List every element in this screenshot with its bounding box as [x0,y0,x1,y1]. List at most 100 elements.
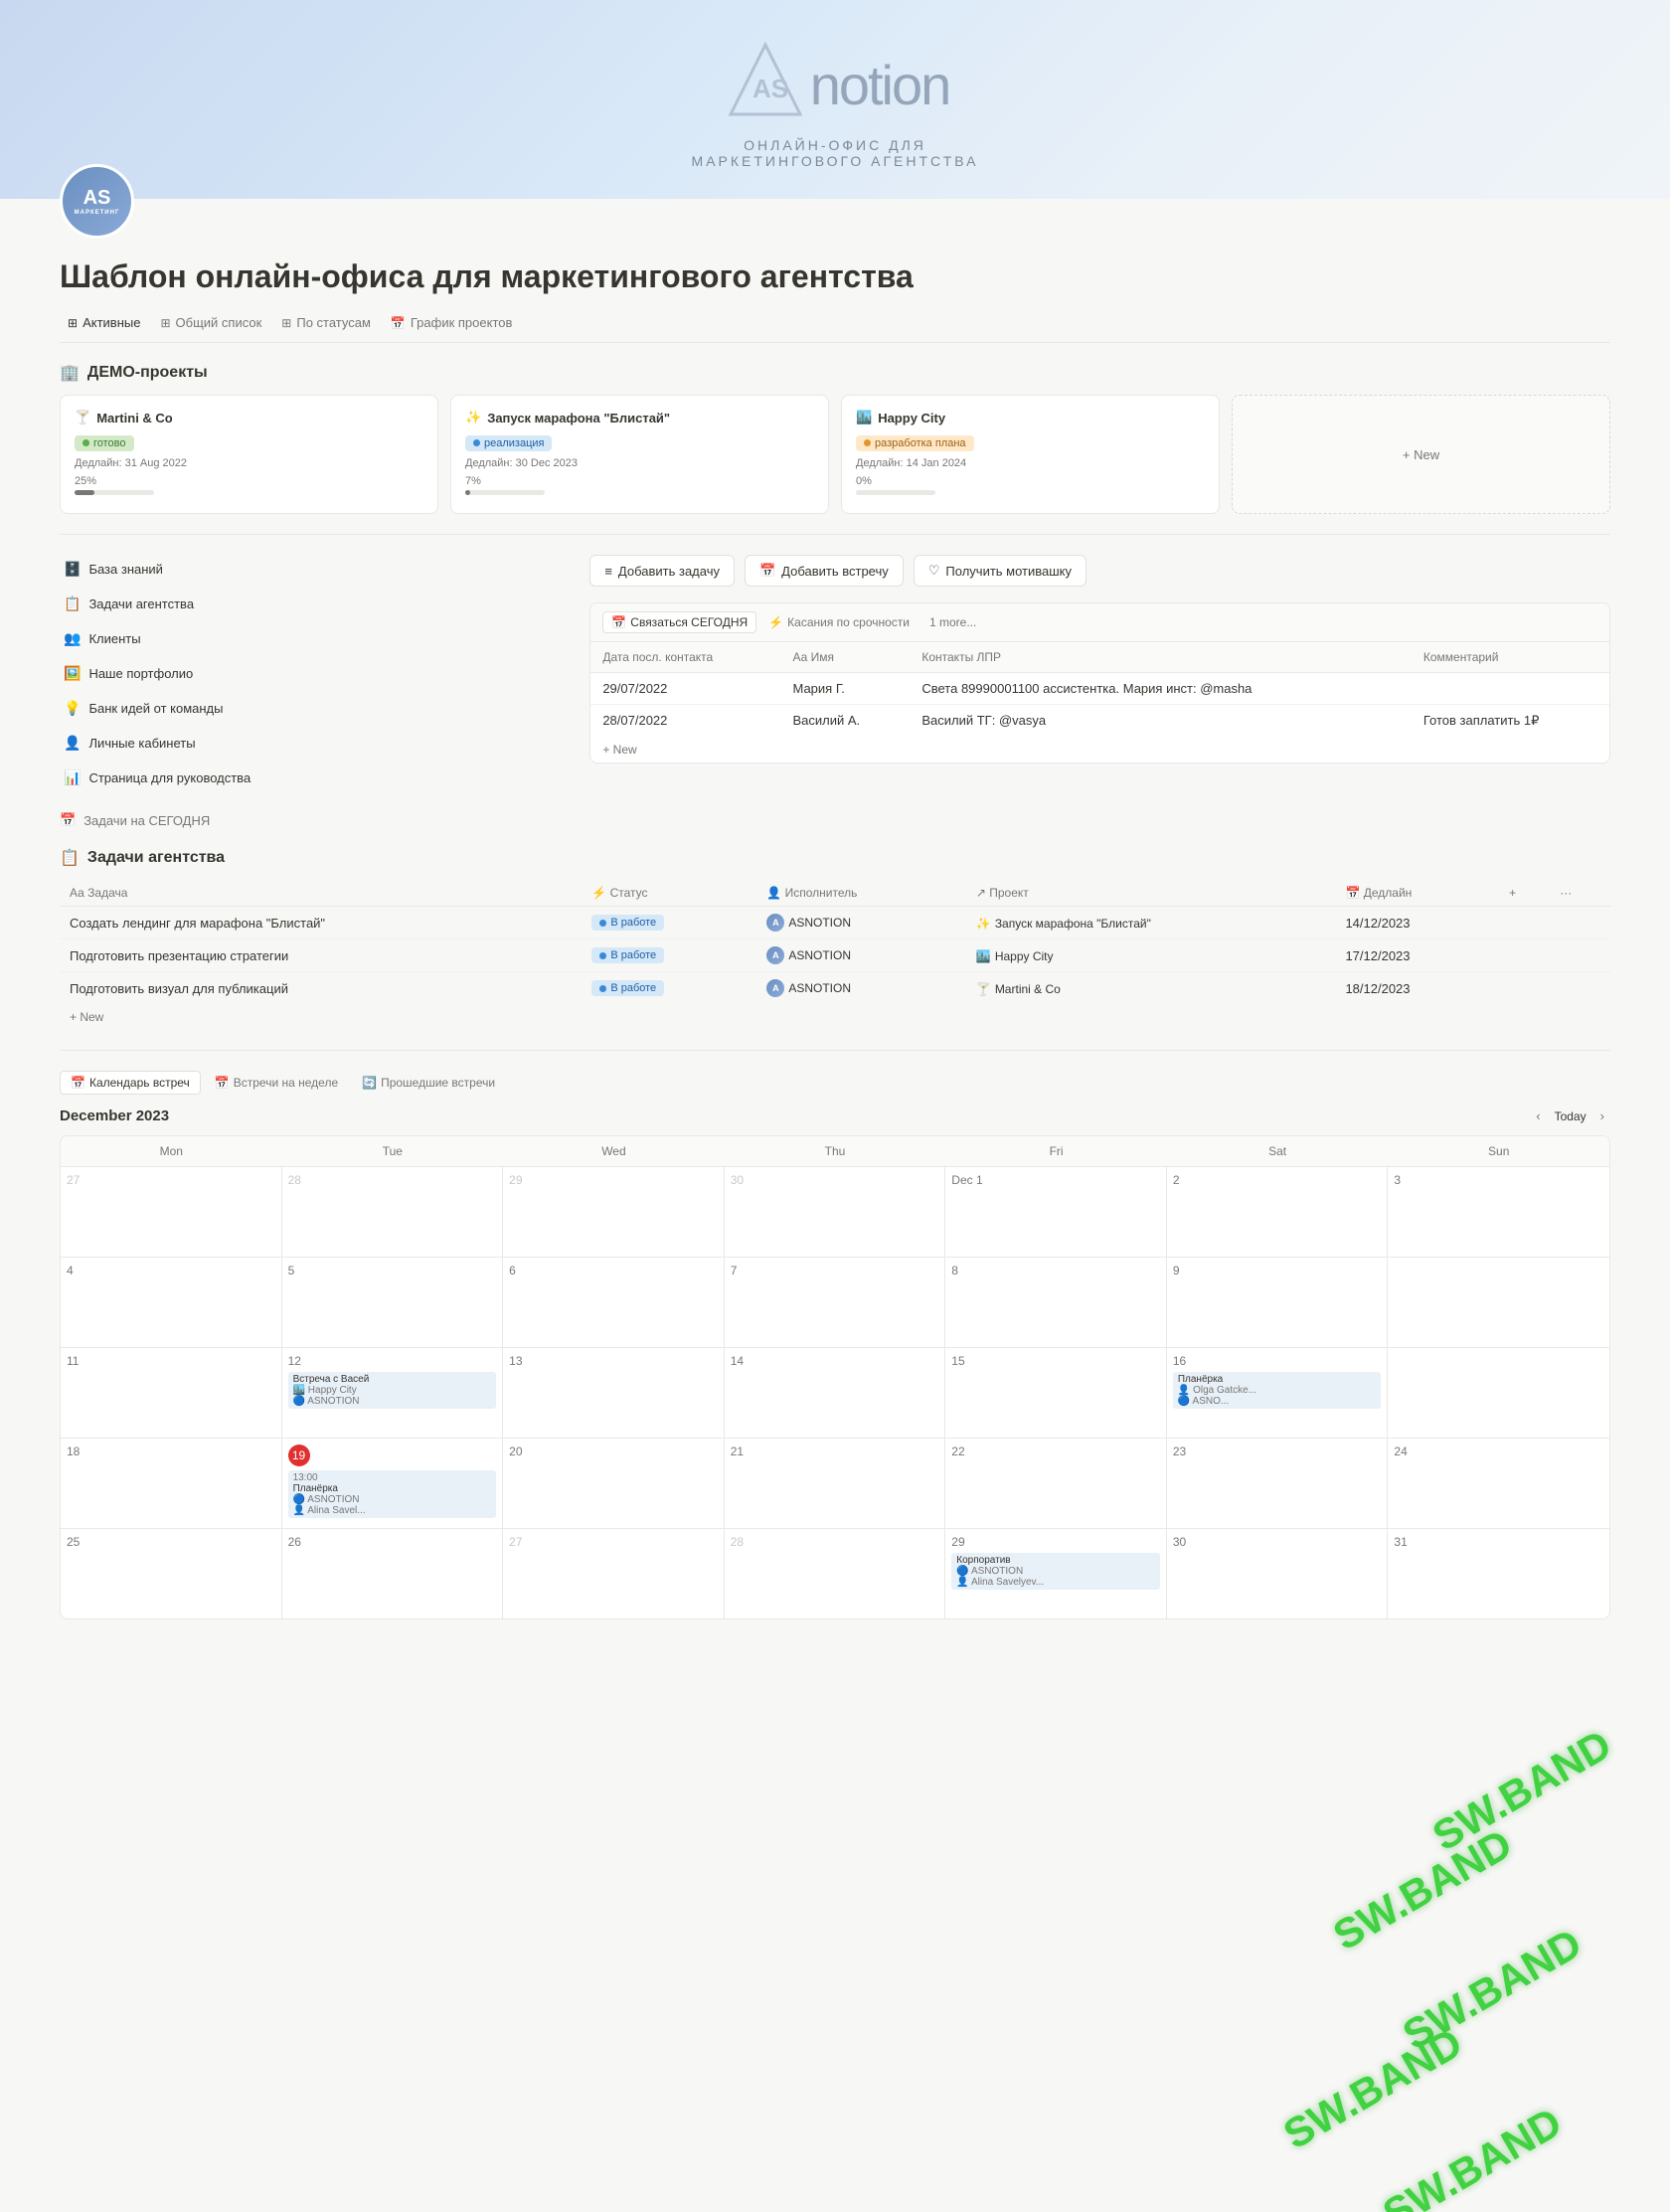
cal-cell-13: 13 [503,1348,725,1438]
project-happycity-deadline: Дедлайн: 14 Jan 2024 [856,457,1205,469]
status-dot-blistay [473,439,480,446]
contact-info-2: Василий ТГ: @vasya [910,705,1412,738]
tab-status-icon: ⊞ [281,316,291,330]
demo-section-title: ДЕМО-проекты [87,364,208,382]
event-plannerka-19[interactable]: 13:00 Планёрка 🔵 ASNOTION 👤 Alina Savel.… [288,1470,497,1518]
task-status-dot-2 [599,952,606,959]
task-assignee-2: A ASNOTION [756,939,966,972]
cal-cell-18: 18 [61,1439,282,1528]
link-knowledge-base[interactable]: 🗄️ База знаний [60,555,570,584]
task-row-1[interactable]: Создать лендинг для марафона "Блистай" В… [60,907,1610,939]
cal-week-2: 4 5 6 7 8 9 [61,1258,1609,1348]
task-row-2[interactable]: Подготовить презентацию стратегии В рабо… [60,939,1610,972]
task-status-1: В работе [582,907,756,939]
cal-prev-button[interactable]: ‹ [1530,1106,1546,1125]
contacts-tab-more-label: 1 more... [929,615,976,629]
cal-tab-calendar[interactable]: 📅 Календарь встреч [60,1071,201,1095]
logo-as-text: AS [84,187,111,210]
cal-tab-week[interactable]: 📅 Встречи на неделе [205,1071,348,1095]
tasks-header-row: Аа Задача ⚡ Статус 👤 Исполнитель ↗ Проек… [60,880,1610,907]
clients-label: Клиенты [88,631,140,646]
task-project-1: ✨ Запуск марафона "Блистай" [966,907,1336,939]
task-project-3: 🍸 Martini & Co [966,972,1336,1005]
event-plannerka-16[interactable]: Планёрка 👤 Olga Gatcke... 🔵 ASNO... [1173,1372,1382,1409]
cal-cell-12: 12 Встреча с Васей 🏙️ Happy City 🔵 ASNOT… [282,1348,504,1438]
demo-section-icon: 🏢 [60,363,80,383]
event-plannerka-19-sub1: 🔵 ASNOTION [293,1494,492,1505]
cal-cell-20: 20 [503,1439,725,1528]
cal-cell-3-dec: 3 [1388,1167,1609,1257]
knowledge-base-label: База знаний [88,562,163,577]
cal-cell-21: 21 [725,1439,946,1528]
contact-comment-1 [1412,673,1609,705]
contact-row-2[interactable]: 28/07/2022 Василий А. Василий ТГ: @vasya… [590,705,1609,738]
cal-cell-29: 29 Корпоратив 🔵 ASNOTION 👤 Alina Savelye… [945,1529,1167,1618]
cal-today-button[interactable]: Today [1555,1109,1586,1123]
cal-cell-8: 8 [945,1258,1167,1347]
progress-bar-bg-happycity [856,490,935,495]
event-corporate[interactable]: Корпоратив 🔵 ASNOTION 👤 Alina Savelyev..… [951,1553,1160,1590]
contacts-table-header-row: Дата посл. контакта Аа Имя Контакты ЛПР … [590,642,1609,673]
event-plannerka-19-sub2: 👤 Alina Savel... [293,1505,492,1516]
link-clients[interactable]: 👥 Клиенты [60,624,570,653]
portfolio-label: Наше портфолио [88,666,193,681]
contacts-table: Дата посл. контакта Аа Имя Контакты ЛПР … [590,642,1609,737]
project-card-happycity[interactable]: 🏙️ Happy City разработка плана Дедлайн: … [841,395,1220,514]
tasks-table: Аа Задача ⚡ Статус 👤 Исполнитель ↗ Проек… [60,880,1610,1004]
event-plannerka-16-title: Планёрка [1178,1374,1377,1385]
task-status-2: В работе [582,939,756,972]
add-new-project-card[interactable]: + New [1232,395,1610,514]
task-row-3[interactable]: Подготовить визуал для публикаций В рабо… [60,972,1610,1005]
status-dot-happycity [864,439,871,446]
motivation-button[interactable]: ♡ Получить мотивашку [914,555,1086,587]
add-task-button[interactable]: ≡ Добавить задачу [589,555,735,587]
tasks-today-header[interactable]: 📅 Задачи на СЕГОДНЯ [60,812,1610,828]
th-status: ⚡ Статус [582,880,756,907]
link-personal[interactable]: 👤 Личные кабинеты [60,729,570,758]
cal-tab-past[interactable]: 🔄 Прошедшие встречи [352,1071,505,1095]
contact-date-1: 29/07/2022 [590,673,780,705]
contact-name-2: Василий А. [780,705,910,738]
tasks-add-new[interactable]: + New [60,1004,1610,1030]
project-card-blistay[interactable]: ✨ Запуск марафона "Блистай" реализация Д… [450,395,829,514]
project-card-martini[interactable]: 🍸 Martini & Co готово Дедлайн: 31 Aug 20… [60,395,438,514]
tasks-today-icon: 📅 [60,812,76,828]
cal-cell-25: 25 [61,1529,282,1618]
contacts-tab-more[interactable]: 1 more... [921,612,984,632]
page-title: Шаблон онлайн-офиса для маркетингового а… [60,258,1610,295]
tasks-section: 📋 Задачи агентства Аа Задача ⚡ Статус 👤 … [60,848,1610,1030]
cal-cell-11: 11 [61,1348,282,1438]
contacts-add-new[interactable]: + New [590,737,1609,763]
th-project: ↗ Проект [966,880,1336,907]
link-management[interactable]: 📊 Страница для руководства [60,764,570,792]
cal-cell-27-dec: 27 [503,1529,725,1618]
tab-list[interactable]: ⊞ Общий список [152,311,269,334]
agency-tasks-label: Задачи агентства [88,596,194,611]
contacts-tab-urgency[interactable]: ⚡ Касания по срочности [760,612,918,632]
tab-gantt[interactable]: 📅 График проектов [383,311,521,334]
assignee-tag-2: A ASNOTION [766,946,851,964]
contacts-tab-today[interactable]: 📅 Связаться СЕГОДНЯ [602,611,756,633]
task-more-2 [1550,939,1610,972]
col-name: Аа Имя [780,642,910,673]
tab-status[interactable]: ⊞ По статусам [273,311,379,334]
cal-cell-28-dec: 28 [725,1529,946,1618]
event-meeting-vasya[interactable]: Встреча с Васей 🏙️ Happy City 🔵 ASNOTION [288,1372,497,1409]
add-meeting-button[interactable]: 📅 Добавить встречу [745,555,904,587]
link-agency-tasks[interactable]: 📋 Задачи агентства [60,590,570,618]
task-assignee-3: A ASNOTION [756,972,966,1005]
tab-active[interactable]: ⊞ Активные [60,311,148,334]
link-ideas[interactable]: 💡 Банк идей от команды [60,694,570,723]
contact-row-1[interactable]: 29/07/2022 Мария Г. Света 89990001100 ас… [590,673,1609,705]
progress-bar-fill-martini [75,490,94,495]
progress-label-blistay: 7% [465,475,814,487]
cal-next-button[interactable]: › [1594,1106,1610,1125]
cal-tab-calendar-label: Календарь встреч [89,1076,190,1090]
cal-cell-7: 7 [725,1258,946,1347]
svg-text:AS: AS [752,74,788,103]
cal-day-fri: Fri [945,1136,1167,1166]
link-portfolio[interactable]: 🖼️ Наше портфолио [60,659,570,688]
task-name-2: Подготовить презентацию стратегии [60,939,582,972]
agency-tasks-icon: 📋 [64,596,81,612]
cal-week-3: 11 12 Встреча с Васей 🏙️ Happy City 🔵 AS… [61,1348,1609,1439]
